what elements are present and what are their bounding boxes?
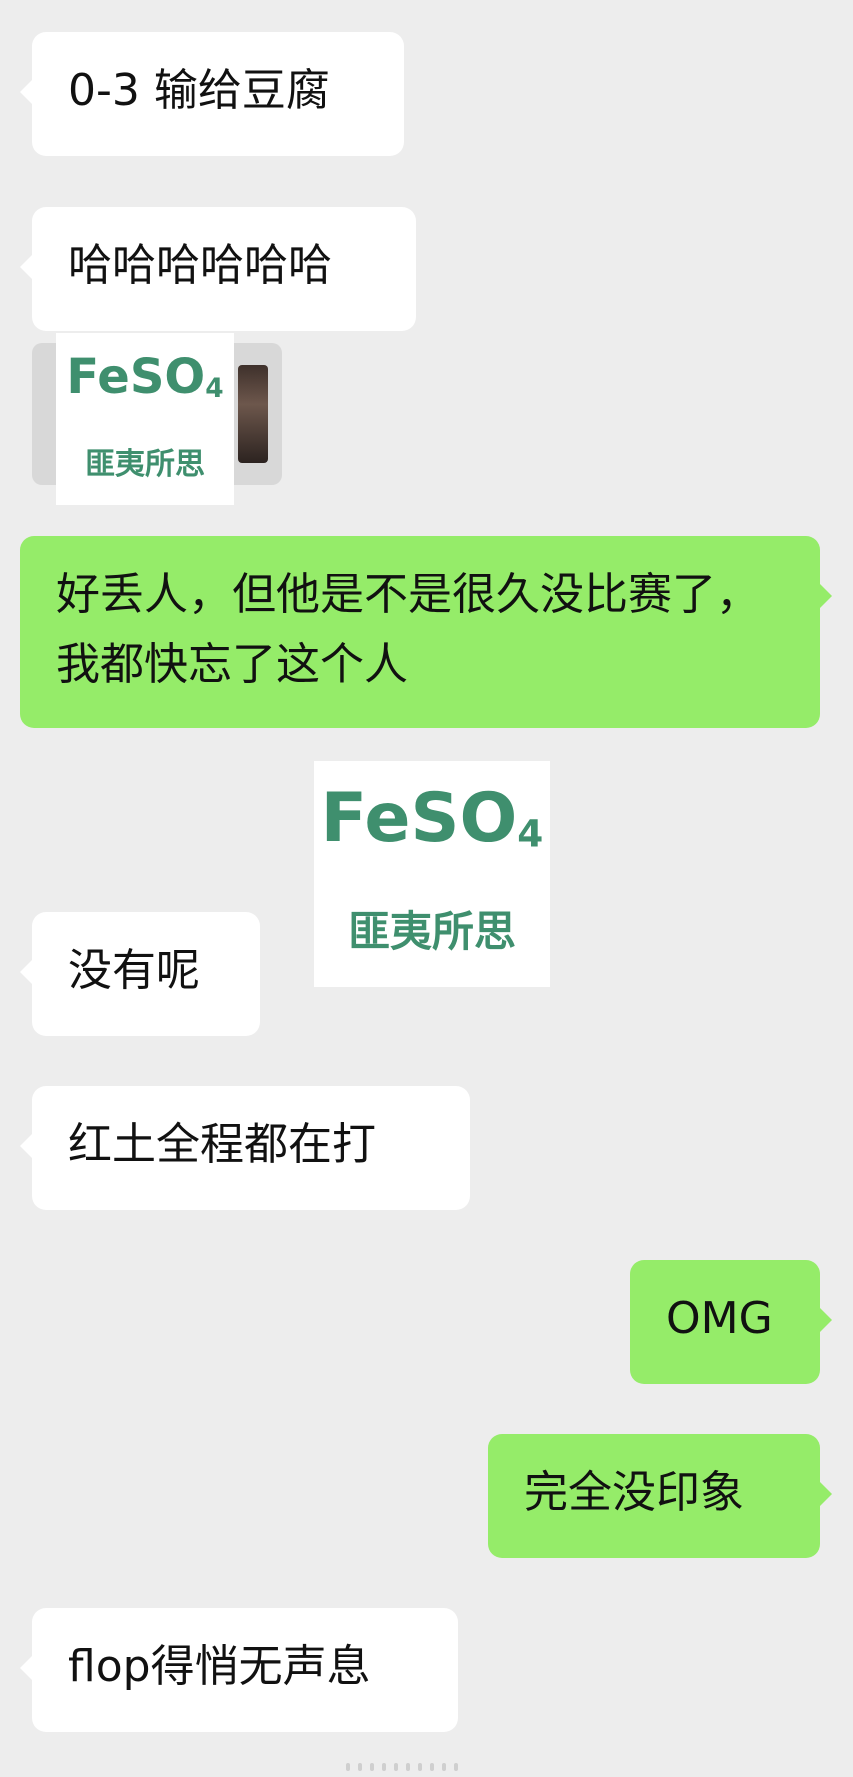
- message-text: 没有呢: [68, 945, 200, 996]
- message-bubble-incoming[interactable]: 哈哈哈哈哈哈: [20, 207, 416, 331]
- watermark-logo: FeSO4 匪夷所思: [56, 333, 234, 505]
- watermark-logo: FeSO4 匪夷所思: [314, 761, 550, 987]
- message-text: 完全没印象: [524, 1467, 744, 1518]
- message-bubble-incoming[interactable]: 没有呢: [20, 912, 260, 1036]
- photo-thumbnail[interactable]: [238, 365, 268, 463]
- message-bubble-incoming[interactable]: 0-3 输给豆腐: [20, 32, 404, 156]
- message-text: flop得悄无声息: [68, 1641, 371, 1692]
- message-text: 红土全程都在打: [68, 1119, 376, 1170]
- watermark-brand: FeSO4: [66, 349, 224, 405]
- message-text: 好丢人，但他是不是很久没比赛了，我都快忘了这个人: [56, 569, 760, 690]
- watermark-brand: FeSO4: [320, 779, 544, 858]
- watermark-subtitle: 匪夷所思: [85, 447, 205, 482]
- watermark-subtitle: 匪夷所思: [347, 907, 516, 956]
- message-bubble-outgoing[interactable]: OMG: [630, 1260, 832, 1384]
- message-text: 哈哈哈哈哈哈: [68, 240, 332, 291]
- scroll-indicator: [346, 1756, 496, 1771]
- message-bubble-incoming[interactable]: flop得悄无声息: [20, 1608, 458, 1732]
- message-text: OMG: [666, 1293, 773, 1344]
- message-bubble-outgoing[interactable]: 好丢人，但他是不是很久没比赛了，我都快忘了这个人: [20, 536, 832, 728]
- message-text: 0-3 输给豆腐: [68, 65, 330, 116]
- message-bubble-incoming[interactable]: 红土全程都在打: [20, 1086, 470, 1210]
- message-bubble-outgoing[interactable]: 完全没印象: [488, 1434, 832, 1558]
